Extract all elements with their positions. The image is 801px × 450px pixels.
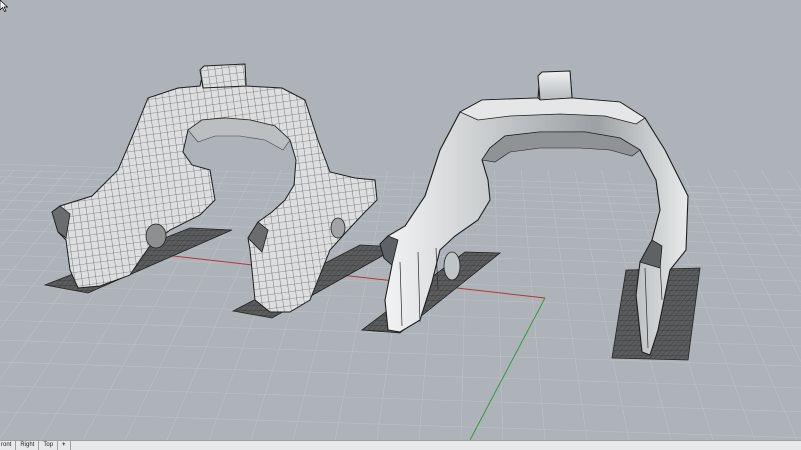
- grid-line: [681, 169, 798, 440]
- grid-line: [0, 385, 801, 413]
- grid-line: [0, 411, 801, 439]
- add-viewport-tab-button[interactable]: +: [58, 441, 71, 450]
- grid-line: [0, 361, 801, 389]
- grid-line: [0, 169, 15, 186]
- mouse-cursor-icon: [0, 0, 8, 12]
- perspective-viewport[interactable]: [0, 0, 801, 440]
- surface-top-block: [537, 70, 573, 101]
- mesh-top-block: [199, 63, 247, 89]
- tab-top[interactable]: Top: [39, 441, 59, 450]
- y-axis-line: [469, 297, 546, 440]
- grid-line: [761, 169, 801, 237]
- mesh-cylinder-right: [330, 217, 346, 239]
- tab-front[interactable]: ront: [0, 441, 17, 450]
- viewport-tab-bar: ront Right Top +: [0, 440, 801, 450]
- viewport-canvas: [0, 63, 801, 440]
- tab-right[interactable]: Right: [16, 441, 40, 450]
- surface-cylinder: [443, 251, 461, 281]
- mesh-cylinder-left: [145, 223, 167, 249]
- surface-bracket[interactable]: [360, 70, 701, 361]
- grid-line: [707, 169, 801, 363]
- grid-line: [787, 169, 801, 191]
- grid-line: [494, 169, 504, 440]
- grid-line: [734, 169, 801, 293]
